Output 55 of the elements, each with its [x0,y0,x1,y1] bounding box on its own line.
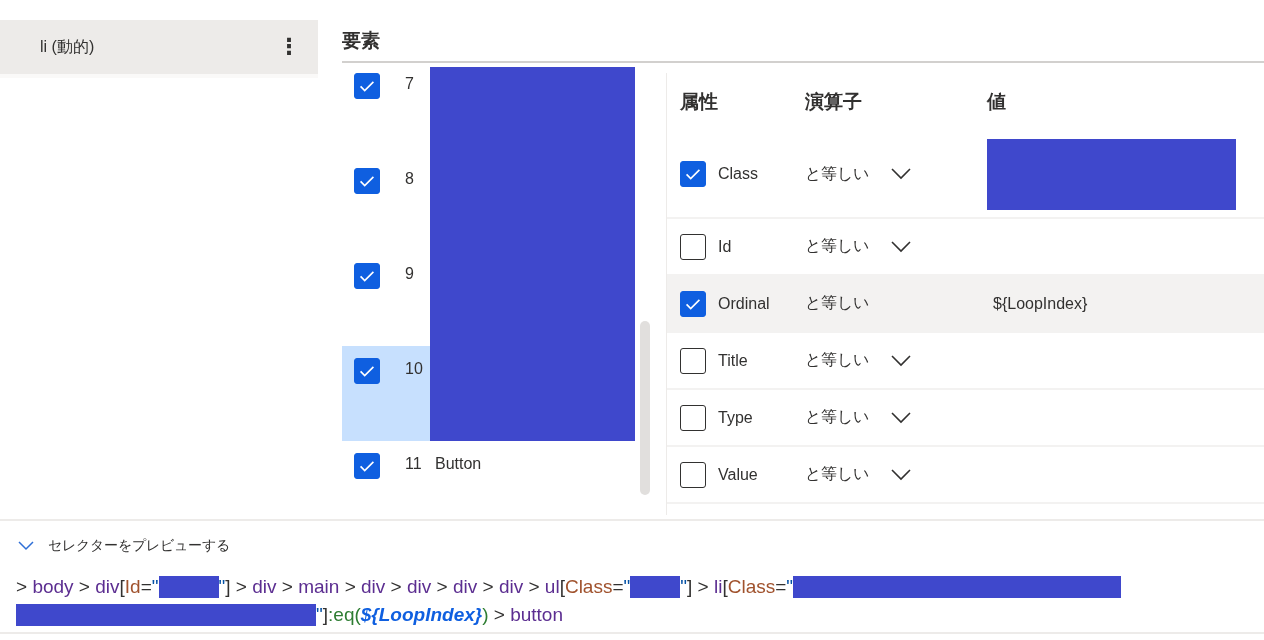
operator-label: と等しい [805,293,869,313]
operator-label: と等しい [805,236,869,256]
checkbox[interactable] [354,263,380,289]
element-index: 11 [405,455,423,473]
operator-label: と等しい [805,350,869,370]
chevron-down-icon[interactable] [891,354,911,367]
chevron-down-icon[interactable] [891,411,911,424]
checkbox[interactable] [680,161,706,187]
operator-label: と等しい [805,163,869,184]
chevron-down-icon[interactable] [891,168,911,180]
attribute-row[interactable]: Ordinal と等しい ${LoopIndex} [667,276,1264,333]
section-title: 要素 [342,0,1264,63]
chevron-down-icon[interactable] [891,240,911,253]
checkbox[interactable] [354,73,380,99]
attribute-name: Ordinal [718,294,770,313]
column-header: 演算子 [805,90,863,114]
attribute-row[interactable]: Value と等しい [667,447,1264,504]
more-icon[interactable]: ⋮ [278,36,300,58]
checkbox[interactable] [680,233,706,260]
element-index: 7 [405,75,415,93]
attribute-name: Value [718,465,758,484]
attribute-name: Title [718,351,748,370]
scrollbar[interactable] [640,321,650,495]
attribute-row[interactable]: Type と等しい [667,390,1264,447]
attribute-row[interactable]: Title と等しい [667,333,1264,390]
element-index: 8 [405,170,415,188]
operator-label: と等しい [805,464,869,484]
element-row[interactable]: 8 [342,156,430,251]
chevron-down-icon[interactable] [891,468,911,481]
checkbox[interactable] [354,358,380,384]
sidebar-item[interactable]: li (動的) ⋮ [0,20,318,78]
checkbox[interactable] [680,347,706,374]
selector-code: "]:eq(${LoopIndex}) > button [16,601,1264,629]
attribute-row[interactable]: Class と等しい [667,131,1264,219]
attribute-name: Class [718,165,758,183]
column-header: 属性 [679,90,719,114]
element-label: Button [435,455,482,473]
checkbox[interactable] [354,453,380,479]
checkbox[interactable] [680,461,706,488]
element-row[interactable]: 9 [342,251,430,346]
selector-code: > body > div[Id=" "] > div > main > div > div > div > div > ul[Class=" "] > li[Class=" [16,573,1264,601]
element-row[interactable]: 10 [342,346,430,441]
attribute-name: Id [718,237,732,256]
attribute-name: Type [718,408,753,427]
element-index: 9 [405,265,415,283]
checkbox[interactable] [680,290,706,317]
element-index: 10 [405,360,424,378]
checkbox[interactable] [354,168,380,194]
preview-title[interactable]: セレクターをプレビューする [48,537,230,555]
checkbox[interactable] [680,404,706,431]
column-header: 値 [987,90,1007,114]
attribute-value: ${LoopIndex} [993,294,1088,313]
element-row[interactable]: 11 Button [342,441,482,495]
element-row[interactable]: 7 [342,63,430,156]
operator-label: と等しい [805,407,869,427]
